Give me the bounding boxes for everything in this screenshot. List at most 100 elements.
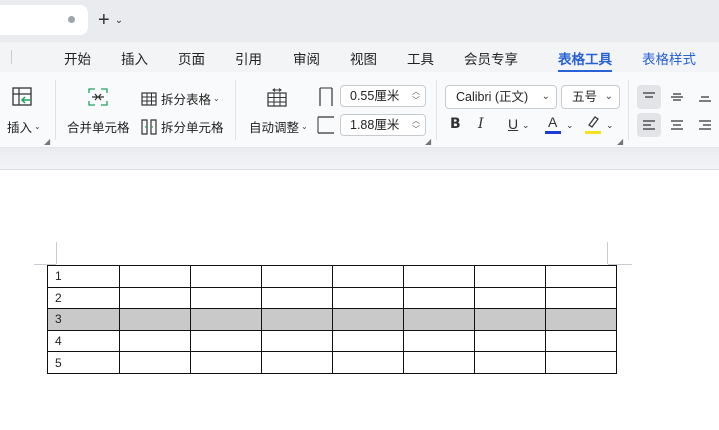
- table-cell[interactable]: [190, 308, 262, 331]
- table-cell[interactable]: [332, 286, 404, 310]
- underline-button[interactable]: U: [508, 116, 518, 132]
- table-row[interactable]: 4: [47, 329, 617, 353]
- table-row[interactable]: 1: [47, 265, 617, 288]
- autofit-button[interactable]: 自动调整 ⌄: [249, 117, 308, 136]
- table-cell[interactable]: 5: [47, 351, 120, 374]
- table-cell[interactable]: [261, 351, 333, 374]
- table-cell[interactable]: 3: [47, 308, 120, 331]
- table-cell[interactable]: [119, 308, 191, 331]
- table-cell[interactable]: [545, 329, 617, 353]
- spinner-arrows-icon[interactable]: ︿ ﹀: [412, 116, 420, 134]
- table-cell[interactable]: [119, 351, 191, 374]
- autofit-label: 自动调整: [249, 121, 300, 135]
- table-cell[interactable]: [332, 329, 404, 353]
- menu-table-style[interactable]: 表格样式: [642, 48, 696, 68]
- chevron-down-icon[interactable]: ⌄: [566, 120, 574, 131]
- table-cell[interactable]: [119, 265, 191, 288]
- menu-view[interactable]: 视图: [350, 48, 377, 68]
- bold-button[interactable]: B: [450, 116, 461, 132]
- menu-home[interactable]: 开始: [64, 48, 91, 68]
- table-cell[interactable]: 2: [47, 286, 120, 310]
- align-bottom-icon[interactable]: [693, 85, 717, 109]
- table-cell[interactable]: [190, 351, 262, 374]
- autofit-icon[interactable]: [266, 88, 288, 108]
- table-row[interactable]: 5: [47, 351, 617, 374]
- divider: [436, 80, 437, 140]
- align-left-icon[interactable]: [637, 113, 661, 137]
- ribbon-shadow: [0, 148, 719, 170]
- document-tab[interactable]: [0, 5, 88, 35]
- font-size-select[interactable]: 五号 ⌄: [561, 85, 620, 109]
- table-cell[interactable]: [545, 286, 617, 310]
- table-cell[interactable]: [190, 329, 262, 353]
- expand-corner-icon[interactable]: ◢: [617, 137, 623, 146]
- menu-member[interactable]: 会员专享: [464, 48, 518, 68]
- row-height-input[interactable]: 1.88厘米 ︿ ﹀: [340, 114, 426, 136]
- menu-review[interactable]: 审阅: [293, 48, 320, 68]
- split-cell-button[interactable]: 拆分单元格: [141, 117, 224, 136]
- table-cell[interactable]: [190, 265, 262, 288]
- expand-corner-icon[interactable]: ◢: [425, 137, 431, 146]
- merge-cells-button[interactable]: 合并单元格: [67, 117, 130, 136]
- table-cell[interactable]: [332, 351, 404, 374]
- align-center-icon[interactable]: [665, 113, 689, 137]
- align-right-icon[interactable]: [693, 113, 717, 137]
- font-name-value: Calibri (正文): [456, 90, 529, 104]
- split-table-button[interactable]: 拆分表格 ⌄: [141, 89, 220, 108]
- table-cell[interactable]: [545, 265, 617, 288]
- menu-tools[interactable]: 工具: [407, 48, 434, 68]
- insert-button[interactable]: 插入 ⌄: [7, 117, 41, 136]
- table-cell[interactable]: [119, 286, 191, 310]
- column-width-input[interactable]: 0.55厘米 ︿ ﹀: [340, 85, 426, 107]
- table-cell[interactable]: [474, 265, 546, 288]
- menu-table-tools[interactable]: 表格工具: [558, 48, 612, 68]
- table-cell[interactable]: [332, 265, 404, 288]
- font-color-button[interactable]: A: [545, 114, 563, 134]
- table-cell[interactable]: [261, 329, 333, 353]
- document-table[interactable]: 12345: [47, 265, 617, 374]
- chevron-down-icon: ⌄: [301, 122, 308, 131]
- table-cell[interactable]: [403, 308, 475, 331]
- insert-table-icon[interactable]: [11, 86, 35, 108]
- table-cell[interactable]: [190, 286, 262, 310]
- font-name-select[interactable]: Calibri (正文) ⌄: [445, 85, 557, 109]
- table-cell[interactable]: [545, 351, 617, 374]
- align-middle-icon[interactable]: [665, 85, 689, 109]
- new-tab-button[interactable]: + ⌄: [98, 9, 134, 31]
- spinner-arrows-icon[interactable]: ︿ ﹀: [412, 87, 420, 105]
- chevron-down-icon[interactable]: ⌄: [522, 120, 530, 131]
- table-cell[interactable]: [119, 329, 191, 353]
- align-top-icon[interactable]: [637, 85, 661, 109]
- table-cell[interactable]: [403, 286, 475, 310]
- crop-mark: [56, 242, 57, 264]
- highlight-button[interactable]: [585, 114, 603, 134]
- table-cell[interactable]: [545, 308, 617, 331]
- table-cell[interactable]: [261, 286, 333, 310]
- table-cell[interactable]: [474, 286, 546, 310]
- merge-cells-icon[interactable]: [87, 87, 109, 107]
- table-cell[interactable]: [474, 308, 546, 331]
- table-cell[interactable]: 1: [47, 265, 120, 288]
- italic-button[interactable]: I: [478, 116, 484, 132]
- table-cell[interactable]: [261, 265, 333, 288]
- table-cell[interactable]: [474, 329, 546, 353]
- chevron-down-icon[interactable]: ⌄: [606, 120, 614, 131]
- table-row[interactable]: 2: [47, 286, 617, 310]
- highlight-swatch: [585, 131, 601, 134]
- highlighter-icon: [588, 116, 599, 128]
- table-cell[interactable]: [403, 351, 475, 374]
- table-cell[interactable]: [474, 351, 546, 374]
- table-row[interactable]: 3: [47, 308, 617, 331]
- table-cell[interactable]: [403, 329, 475, 353]
- table-cell[interactable]: [261, 308, 333, 331]
- chevron-down-icon[interactable]: ⌄: [115, 15, 123, 26]
- divider: [628, 80, 629, 140]
- expand-corner-icon[interactable]: ◢: [44, 137, 50, 146]
- menu-references[interactable]: 引用: [235, 48, 262, 68]
- table-cell[interactable]: [403, 265, 475, 288]
- menu-insert[interactable]: 插入: [121, 48, 148, 68]
- table-cell[interactable]: 4: [47, 329, 120, 353]
- font-size-value: 五号: [572, 90, 598, 104]
- table-cell[interactable]: [332, 308, 404, 331]
- menu-page[interactable]: 页面: [178, 48, 205, 68]
